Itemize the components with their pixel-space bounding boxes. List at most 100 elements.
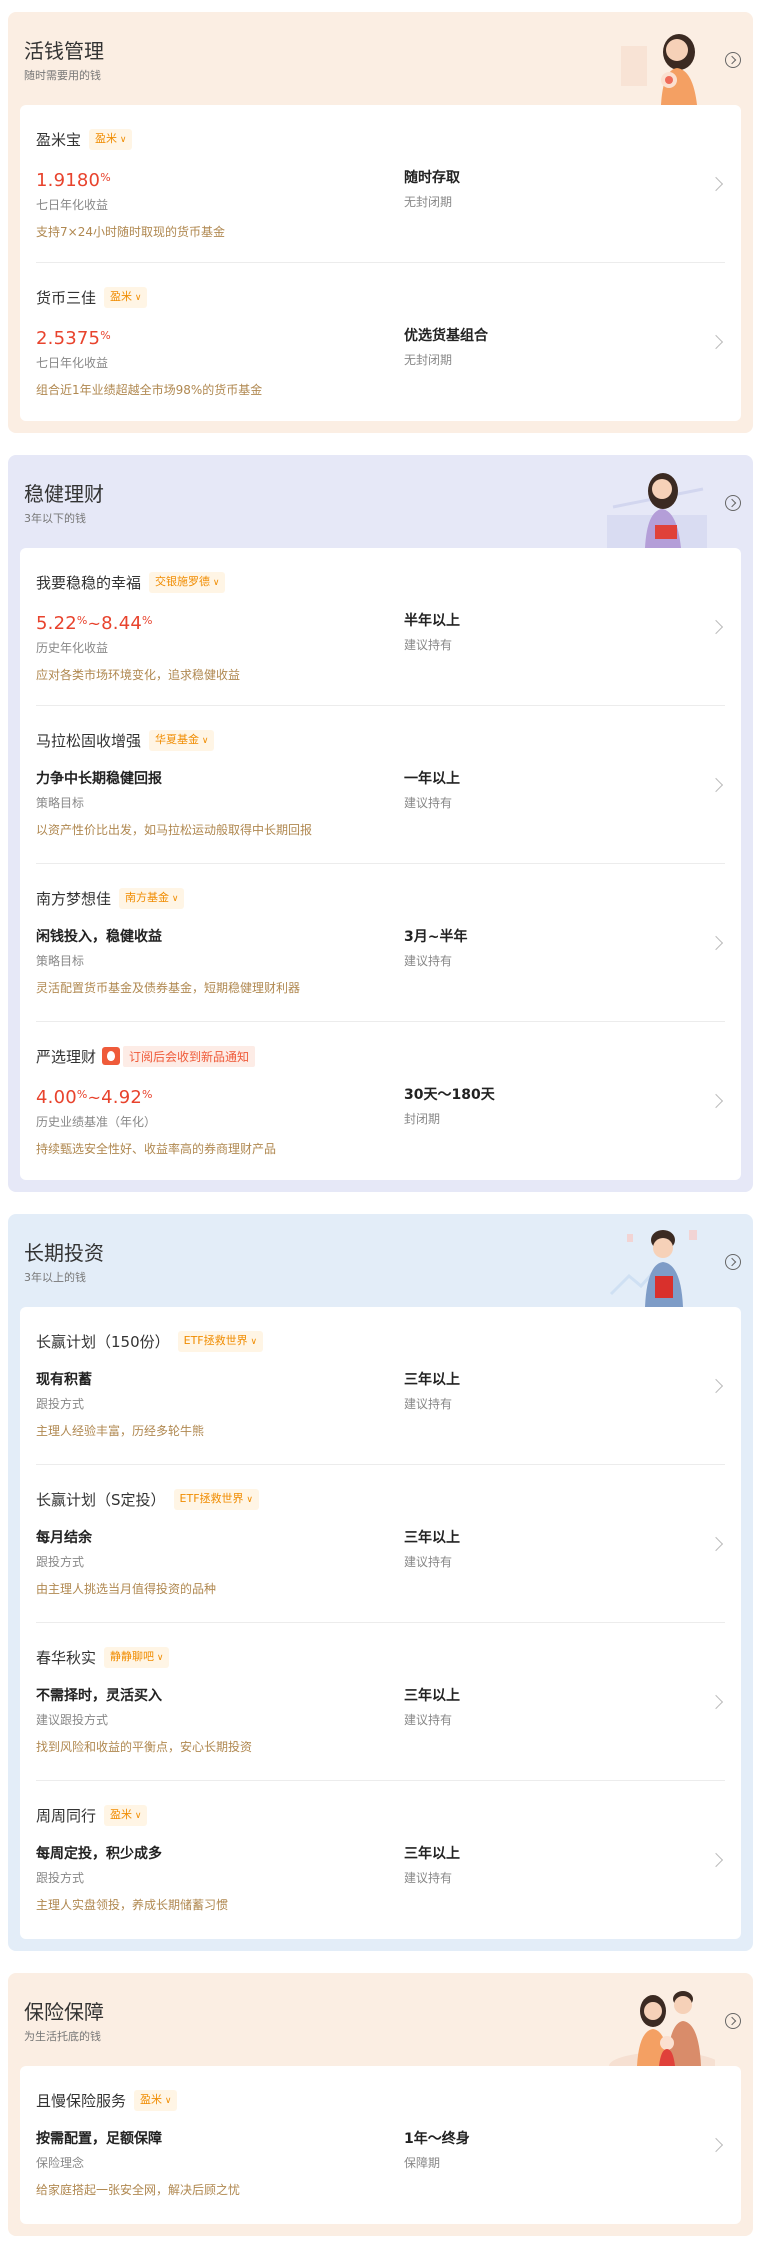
fund-item[interactable]: 马拉松固收增强 华夏基金 力争中长期稳健回报 策略目标 一年以上 建议持有 以资… [36,706,725,864]
manager-tag[interactable]: 盈米 [89,128,133,150]
woman-with-baby-illustration [621,34,697,105]
section-more-icon[interactable] [725,495,741,511]
fund-item[interactable]: 长赢计划（150份） ETF拯救世界 现有积蓄 跟投方式 三年以上 建议持有 主… [36,1307,725,1465]
fund-description: 以资产性价比出发，如马拉松运动般取得中长期回报 [36,823,313,837]
fund-item[interactable]: 南方梦想佳 南方基金 闲钱投入，稳健收益 策略目标 3月~半年 建议持有 灵活配… [36,864,725,1022]
yield-caption: 历史业绩基准（年化） [36,1115,157,1129]
section-more-icon[interactable] [725,1254,741,1270]
section-insurance: 保险保障 为生活托底的钱 且慢保险服务 盈米 ∨ 按需配置，足额保障 保险理念 … [8,1973,753,2236]
fund-description: 支持7×24小时随时取现的货币基金 [36,225,225,239]
section-header[interactable]: 长期投资 3年以上的钱 [20,1214,741,1307]
fund-name: 且慢保险服务 [36,2091,127,2110]
strategy-value: 每周定投，积少成多 [36,1846,162,1862]
manager-tag[interactable]: 盈米 [104,286,148,308]
term-value: 1年～终身 [404,2131,470,2147]
manager-tag[interactable]: 盈米 [104,1804,148,1826]
term-value: 三年以上 [404,1846,460,1862]
section-more-icon[interactable] [725,2013,741,2029]
strategy-caption: 保险理念 [36,2156,85,2170]
yield-range: 5.22%~8.44% [36,613,153,634]
fund-description: 组合近1年业绩超越全市场98%的货币基金 [36,383,263,397]
manager-tag[interactable]: 华夏基金 [149,729,215,751]
strategy-value: 力争中长期稳健回报 [36,771,162,787]
section-header[interactable]: 活钱管理 随时需要用的钱 [20,12,741,105]
strategy-value: 闲钱投入，稳健收益 [36,929,162,945]
fund-name: 严选理财 [36,1047,97,1066]
term-value: 一年以上 [404,771,460,787]
term-value: 随时存取 [404,170,460,186]
yield-caption: 七日年化收益 [36,356,109,370]
term-caption: 建议持有 [404,1555,453,1569]
fund-description: 持续甄选安全性好、收益率高的券商理财产品 [36,1142,277,1156]
fund-name: 春华秋实 [36,1648,97,1667]
subscribe-notice[interactable]: 订阅后会收到新品通知 [102,1045,256,1067]
yield-range: 4.00%~4.92% [36,1087,153,1108]
fund-item[interactable]: 货币三佳 盈米 2.5375% 七日年化收益 优选货基组合 无封闭期 组合近1年… [36,263,725,421]
strategy-caption: 跟投方式 [36,1555,85,1569]
fund-name: 货币三佳 [36,288,97,307]
fund-item[interactable]: 周周同行 盈米 每周定投，积少成多 跟投方式 三年以上 建议持有 主理人实盘领投… [36,1781,725,1939]
term-caption: 保障期 [404,2156,441,2170]
fund-list-page: 活钱管理 随时需要用的钱 盈米宝 盈米 1.9180% [0,0,761,2246]
yield-caption: 历史年化收益 [36,641,109,655]
term-caption: 封闭期 [404,1112,441,1126]
fund-description: 找到风险和收益的平衡点，安心长期投资 [36,1740,253,1754]
strategy-caption: 策略目标 [36,796,85,810]
fund-name: 马拉松固收增强 [36,731,142,750]
fund-description: 灵活配置货币基金及债券基金，短期稳健理财利器 [36,981,301,995]
manager-tag[interactable]: 南方基金 [119,887,185,909]
strategy-caption: 建议跟投方式 [36,1713,109,1727]
fund-name: 南方梦想佳 [36,889,112,908]
term-caption: 无封闭期 [404,195,453,209]
term-caption: 建议持有 [404,796,453,810]
strategy-value: 每月结余 [36,1530,92,1546]
term-caption: 无封闭期 [404,353,453,367]
manager-tag[interactable]: 盈米 [134,2089,178,2111]
family-illustration [609,1991,715,2066]
strategy-value: 按需配置，足额保障 [36,2131,162,2147]
section-header[interactable]: 稳健理财 3年以下的钱 [20,455,741,548]
fund-name: 周周同行 [36,1806,97,1825]
subscribe-notice-text: 订阅后会收到新品通知 [123,1045,256,1067]
section-long-term: 长期投资 3年以上的钱 长赢计划（150份） ETF拯救世界 ∨ 现有积蓄 跟投… [8,1214,753,1951]
manager-tag[interactable]: 交银施罗德 [149,571,226,593]
term-value: 30天～180天 [404,1087,495,1103]
strategy-value: 不需择时，灵活买入 [36,1688,162,1704]
fund-description: 主理人经验丰富，历经多轮牛熊 [36,1424,205,1438]
fund-description: 给家庭搭起一张安全网，解决后顾之忧 [36,2183,241,2197]
manager-tag[interactable]: ETF拯救世界 [173,1488,259,1510]
fund-item[interactable]: 我要稳稳的幸福 交银施罗德 5.22%~8.44% 历史年化收益 半年以上 建议… [36,548,725,706]
manager-tag[interactable]: ETF拯救世界 [177,1330,264,1352]
term-caption: 建议持有 [404,1397,453,1411]
fund-card: 长赢计划（150份） ETF拯救世界 现有积蓄 跟投方式 三年以上 建议持有 主… [20,1307,741,1939]
term-value: 3月~半年 [404,929,468,945]
section-stable-wealth: 稳健理财 3年以下的钱 我要稳稳的幸福 交银施罗德 5.22%~ [8,455,753,1192]
fund-item[interactable]: 春华秋实 静静聊吧 不需择时，灵活买入 建议跟投方式 三年以上 建议持有 找到风… [36,1623,725,1781]
term-value: 三年以上 [404,1688,460,1704]
fund-item[interactable]: 严选理财 订阅后会收到新品通知 4.00%~4.92% 历史业绩基准（年化） 3… [36,1022,725,1180]
fund-item[interactable]: 长赢计划（S定投） ETF拯救世界 每月结余 跟投方式 三年以上 建议持有 由主… [36,1465,725,1623]
bell-icon [102,1047,121,1065]
fund-name: 盈米宝 [36,130,82,149]
strategy-caption: 跟投方式 [36,1871,85,1885]
fund-name: 长赢计划（150份） [36,1332,170,1351]
fund-card: 我要稳稳的幸福 交银施罗德 5.22%~8.44% 历史年化收益 半年以上 建议… [20,548,741,1180]
fund-item[interactable]: 且慢保险服务 盈米 按需配置，足额保障 保险理念 1年～终身 保障期 给家庭搭起… [36,2066,725,2224]
strategy-caption: 跟投方式 [36,1397,85,1411]
term-caption: 建议持有 [404,638,453,652]
yield-value: 2.5375% [36,328,111,349]
fund-item[interactable]: 盈米宝 盈米 1.9180% 七日年化收益 随时存取 无封闭期 支持7×24小时… [36,105,725,263]
section-more-icon[interactable] [725,52,741,68]
term-value: 半年以上 [404,613,460,629]
term-caption: 建议持有 [404,1871,453,1885]
section-header[interactable]: 保险保障 为生活托底的钱 [20,1973,741,2066]
fund-name: 长赢计划（S定投） [36,1490,166,1509]
fund-description: 由主理人挑选当月值得投资的品种 [36,1582,217,1596]
woman-reading-illustration [607,473,707,548]
fund-card: 且慢保险服务 盈米 按需配置，足额保障 保险理念 1年～终身 保障期 给家庭搭起… [20,2066,741,2224]
fund-description: 主理人实盘领投，养成长期储蓄习惯 [36,1898,229,1912]
man-with-book-illustration [609,1230,697,1307]
manager-tag[interactable]: 静静聊吧 [104,1646,170,1668]
yield-caption: 七日年化收益 [36,198,109,212]
fund-card: 盈米宝 盈米 1.9180% 七日年化收益 随时存取 无封闭期 支持7×24小时… [20,105,741,421]
